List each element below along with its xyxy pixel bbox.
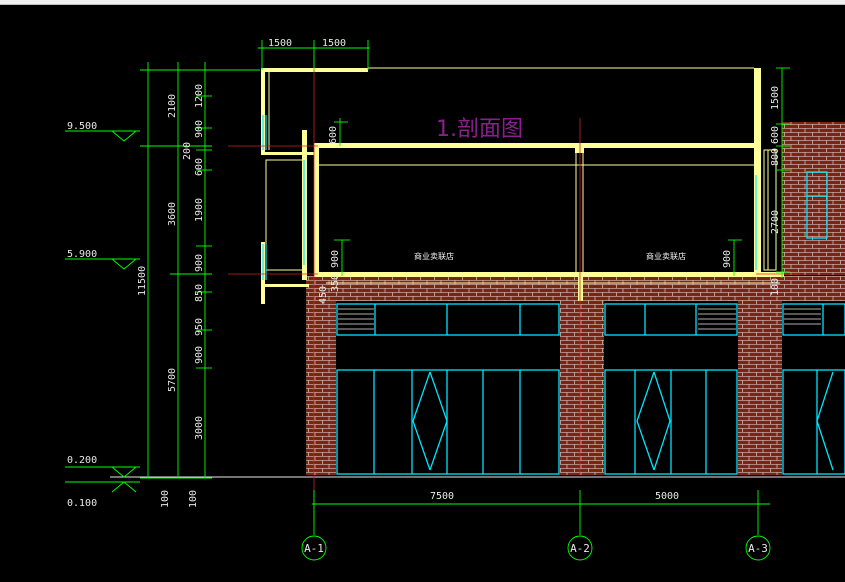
dim-text: 900 — [194, 254, 205, 272]
room-label: 商业卖联店 — [414, 251, 454, 261]
dim-text: 900 — [194, 120, 205, 138]
axis-label: A-1 — [304, 542, 324, 555]
dim-text: 5000 — [655, 491, 679, 502]
dim-text: 2700 — [770, 210, 781, 234]
dim-text: 1500 — [770, 86, 781, 110]
dim-text: 100 — [770, 278, 781, 296]
dim-text: 1200 — [194, 84, 205, 108]
dim-text: 900 — [330, 250, 341, 268]
dim-text: 850 — [194, 284, 205, 302]
elevation-label: 9.500 — [67, 121, 97, 132]
storefront-left — [336, 303, 560, 475]
section-outlines — [265, 67, 780, 284]
drawing-title: 1.剖面图 — [436, 117, 523, 142]
dim-text: 600 — [770, 126, 781, 144]
louvre-left — [338, 308, 374, 330]
dim-text: 3000 — [194, 416, 205, 440]
dim-text: 5700 — [167, 368, 178, 392]
dim-text: 200 — [182, 142, 193, 160]
room-label: 商业卖联店 — [646, 251, 686, 261]
cad-canvas[interactable]: 1.剖面图 商业卖联店 商业卖联店 9.500 5.900 0.200 0.10… — [0, 5, 845, 582]
axis-label: A-2 — [570, 542, 590, 555]
dim-text: 1500 — [322, 38, 346, 49]
dim-total: 11500 — [137, 266, 148, 296]
dim-text: 1900 — [194, 198, 205, 222]
dim-text: 800 — [770, 148, 781, 166]
dim-text: 1500 — [268, 38, 292, 49]
dim-text: 350 — [330, 274, 341, 292]
dim-text: 3600 — [167, 202, 178, 226]
axis-label: A-3 — [748, 542, 768, 555]
dim-text: 2100 — [167, 94, 178, 118]
elevation-label: 5.900 — [67, 249, 97, 260]
elevation-label: 0.200 — [67, 455, 97, 466]
dim-text: 900 — [194, 346, 205, 364]
dim-text: 100 — [160, 490, 171, 508]
dim-text: 950 — [194, 318, 205, 336]
dim-text: 600 — [328, 126, 339, 144]
dim-text: 100 — [188, 490, 199, 508]
dim-text: 450 — [318, 286, 329, 304]
elevation-label: 0.100 — [67, 498, 97, 509]
dim-text: 600 — [194, 158, 205, 176]
dim-text: 900 — [722, 250, 733, 268]
dim-text: 7500 — [430, 491, 454, 502]
